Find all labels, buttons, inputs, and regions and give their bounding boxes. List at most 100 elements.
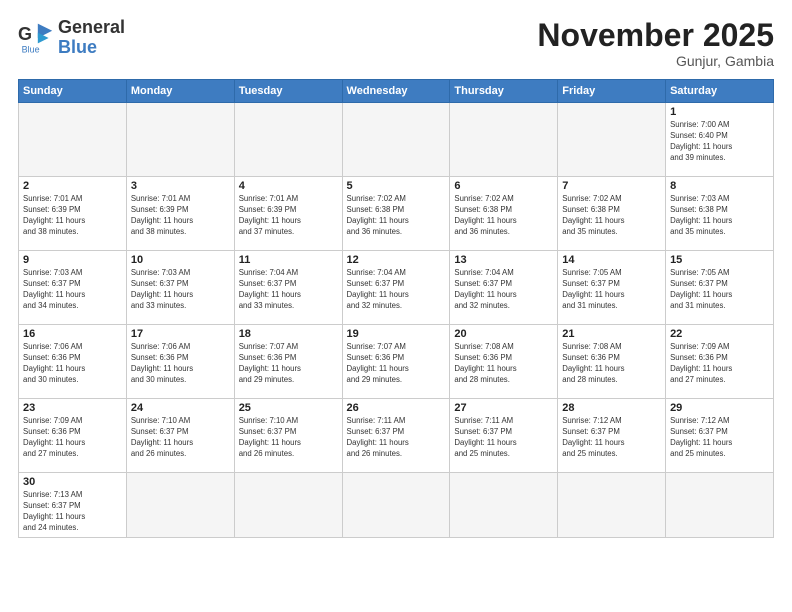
day-info: Sunrise: 7:07 AM Sunset: 6:36 PM Dayligh… — [239, 342, 338, 386]
calendar-cell: 9 Sunrise: 7:03 AM Sunset: 6:37 PM Daylig… — [19, 251, 127, 325]
calendar-cell — [234, 473, 342, 538]
day-number: 3 — [131, 180, 230, 192]
calendar-cell: 24Sunrise: 7:10 AM Sunset: 6:37 PM Dayli… — [126, 399, 234, 473]
calendar-cell — [19, 103, 127, 177]
calendar-cell — [126, 103, 234, 177]
calendar-cell — [558, 103, 666, 177]
day-number: 2 — [23, 180, 122, 192]
day-info: Sunrise: 7:02 AM Sunset: 6:38 PM Dayligh… — [454, 194, 553, 238]
day-info: Sunrise: 7:00 AM Sunset: 6:40 PM Dayligh… — [670, 120, 769, 164]
calendar-cell: 10 Sunrise: 7:03 AM Sunset: 6:37 PM Dayli… — [126, 251, 234, 325]
day-number: 18 — [239, 328, 338, 340]
day-number: 21 — [562, 328, 661, 340]
day-number: 5 — [347, 180, 446, 192]
calendar-cell — [342, 103, 450, 177]
calendar-cell — [342, 473, 450, 538]
calendar-week-5: 23Sunrise: 7:09 AM Sunset: 6:36 PM Dayli… — [19, 399, 774, 473]
day-number: 4 — [239, 180, 338, 192]
day-number: 25 — [239, 402, 338, 414]
day-number: 28 — [562, 402, 661, 414]
calendar-cell: 6Sunrise: 7:02 AM Sunset: 6:38 PM Daylig… — [450, 177, 558, 251]
day-number: 16 — [23, 328, 122, 340]
weekday-monday: Monday — [126, 80, 234, 103]
day-number: 26 — [347, 402, 446, 414]
day-number: 14 — [562, 254, 661, 266]
day-info: Sunrise: 7:09 AM Sunset: 6:36 PM Dayligh… — [23, 416, 122, 460]
day-info: Sunrise: 7:03 AM Sunset: 6:37 PM Dayligh… — [23, 268, 122, 312]
day-info: Sunrise: 7:12 AM Sunset: 6:37 PM Dayligh… — [562, 416, 661, 460]
calendar-cell: 5 Sunrise: 7:02 AM Sunset: 6:38 PM Daylig… — [342, 177, 450, 251]
calendar-cell: 27 Sunrise: 7:11 AM Sunset: 6:37 PM Dayli… — [450, 399, 558, 473]
calendar-cell: 26 Sunrise: 7:11 AM Sunset: 6:37 PM Dayli… — [342, 399, 450, 473]
day-info: Sunrise: 7:02 AM Sunset: 6:38 PM Dayligh… — [562, 194, 661, 238]
title-block: November 2025 Gunjur, Gambia — [537, 18, 774, 69]
day-number: 29 — [670, 402, 769, 414]
day-number: 20 — [454, 328, 553, 340]
day-info: Sunrise: 7:12 AM Sunset: 6:37 PM Dayligh… — [670, 416, 769, 460]
day-number: 19 — [347, 328, 446, 340]
day-number: 17 — [131, 328, 230, 340]
calendar-cell — [666, 473, 774, 538]
day-info: Sunrise: 7:08 AM Sunset: 6:36 PM Dayligh… — [454, 342, 553, 386]
calendar-cell: 8 Sunrise: 7:03 AM Sunset: 6:38 PM Daylig… — [666, 177, 774, 251]
month-title: November 2025 — [537, 18, 774, 53]
calendar-cell: 17 Sunrise: 7:06 AM Sunset: 6:36 PM Dayli… — [126, 325, 234, 399]
calendar-cell: 29 Sunrise: 7:12 AM Sunset: 6:37 PM Dayli… — [666, 399, 774, 473]
day-info: Sunrise: 7:04 AM Sunset: 6:37 PM Dayligh… — [454, 268, 553, 312]
calendar-cell: 2Sunrise: 7:01 AM Sunset: 6:39 PM Daylig… — [19, 177, 127, 251]
calendar-cell: 13 Sunrise: 7:04 AM Sunset: 6:37 PM Dayli… — [450, 251, 558, 325]
day-number: 1 — [670, 106, 769, 118]
day-number: 9 — [23, 254, 122, 266]
day-info: Sunrise: 7:03 AM Sunset: 6:38 PM Dayligh… — [670, 194, 769, 238]
weekday-header-row: SundayMondayTuesdayWednesdayThursdayFrid… — [19, 80, 774, 103]
day-number: 24 — [131, 402, 230, 414]
calendar-week-6: 30Sunrise: 7:13 AM Sunset: 6:37 PM Dayli… — [19, 473, 774, 538]
day-info: Sunrise: 7:04 AM Sunset: 6:37 PM Dayligh… — [347, 268, 446, 312]
calendar-cell: 11 Sunrise: 7:04 AM Sunset: 6:37 PM Dayli… — [234, 251, 342, 325]
day-number: 27 — [454, 402, 553, 414]
calendar-cell: 3 Sunrise: 7:01 AM Sunset: 6:39 PM Daylig… — [126, 177, 234, 251]
day-info: Sunrise: 7:02 AM Sunset: 6:38 PM Dayligh… — [347, 194, 446, 238]
calendar-cell: 25 Sunrise: 7:10 AM Sunset: 6:37 PM Dayli… — [234, 399, 342, 473]
day-number: 11 — [239, 254, 338, 266]
calendar-cell: 28 Sunrise: 7:12 AM Sunset: 6:37 PM Dayli… — [558, 399, 666, 473]
calendar-cell: 22Sunrise: 7:09 AM Sunset: 6:36 PM Dayli… — [666, 325, 774, 399]
day-info: Sunrise: 7:10 AM Sunset: 6:37 PM Dayligh… — [239, 416, 338, 460]
calendar-cell: 12Sunrise: 7:04 AM Sunset: 6:37 PM Dayli… — [342, 251, 450, 325]
day-info: Sunrise: 7:11 AM Sunset: 6:37 PM Dayligh… — [454, 416, 553, 460]
weekday-wednesday: Wednesday — [342, 80, 450, 103]
calendar-cell: 7Sunrise: 7:02 AM Sunset: 6:38 PM Daylig… — [558, 177, 666, 251]
calendar-cell — [450, 473, 558, 538]
day-number: 13 — [454, 254, 553, 266]
day-number: 30 — [23, 476, 122, 488]
logo: G Blue General Blue — [18, 18, 125, 58]
day-info: Sunrise: 7:06 AM Sunset: 6:36 PM Dayligh… — [131, 342, 230, 386]
page: G Blue General Blue November 2025 Gunjur… — [0, 0, 792, 612]
calendar-cell: 23Sunrise: 7:09 AM Sunset: 6:36 PM Dayli… — [19, 399, 127, 473]
day-info: Sunrise: 7:07 AM Sunset: 6:36 PM Dayligh… — [347, 342, 446, 386]
calendar-cell: 21Sunrise: 7:08 AM Sunset: 6:36 PM Dayli… — [558, 325, 666, 399]
weekday-saturday: Saturday — [666, 80, 774, 103]
calendar-cell — [558, 473, 666, 538]
svg-text:Blue: Blue — [22, 44, 40, 54]
day-number: 10 — [131, 254, 230, 266]
weekday-friday: Friday — [558, 80, 666, 103]
day-info: Sunrise: 7:01 AM Sunset: 6:39 PM Dayligh… — [131, 194, 230, 238]
day-info: Sunrise: 7:04 AM Sunset: 6:37 PM Dayligh… — [239, 268, 338, 312]
logo-icon: G Blue — [18, 20, 54, 56]
calendar-cell — [234, 103, 342, 177]
calendar-cell — [126, 473, 234, 538]
svg-text:G: G — [18, 24, 32, 44]
calendar-cell: 19 Sunrise: 7:07 AM Sunset: 6:36 PM Dayli… — [342, 325, 450, 399]
weekday-thursday: Thursday — [450, 80, 558, 103]
header: G Blue General Blue November 2025 Gunjur… — [18, 18, 774, 69]
calendar-cell: 18 Sunrise: 7:07 AM Sunset: 6:36 PM Dayli… — [234, 325, 342, 399]
day-info: Sunrise: 7:03 AM Sunset: 6:37 PM Dayligh… — [131, 268, 230, 312]
calendar-cell: 15Sunrise: 7:05 AM Sunset: 6:37 PM Dayli… — [666, 251, 774, 325]
calendar-cell — [450, 103, 558, 177]
day-info: Sunrise: 7:11 AM Sunset: 6:37 PM Dayligh… — [347, 416, 446, 460]
day-number: 8 — [670, 180, 769, 192]
calendar-cell: 1 Sunrise: 7:00 AM Sunset: 6:40 PM Daylig… — [666, 103, 774, 177]
weekday-tuesday: Tuesday — [234, 80, 342, 103]
weekday-sunday: Sunday — [19, 80, 127, 103]
